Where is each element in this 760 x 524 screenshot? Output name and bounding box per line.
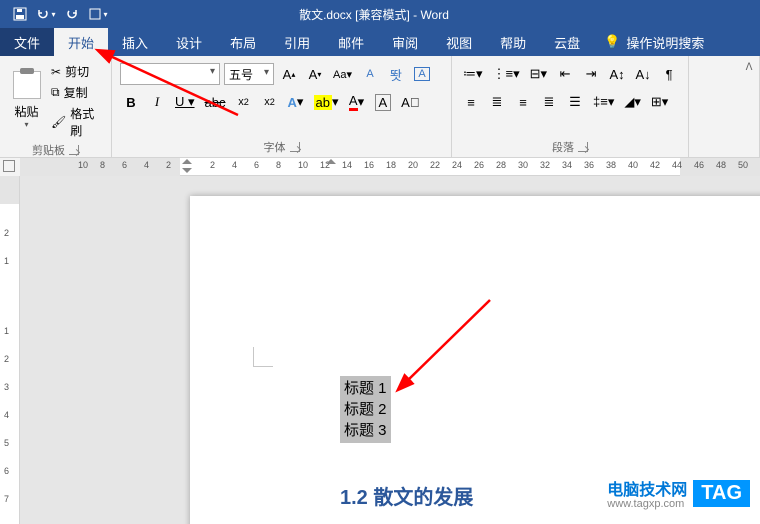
justify-button[interactable]: ≣ — [538, 91, 560, 113]
dialog-launcher-icon[interactable] — [578, 142, 588, 152]
font-name-combo[interactable] — [120, 63, 220, 85]
bold-button[interactable]: B — [120, 91, 142, 113]
hanging-indent-icon[interactable] — [182, 168, 192, 173]
tab-mailings[interactable]: 邮件 — [324, 28, 378, 56]
save-icon[interactable] — [10, 4, 30, 24]
superscript-button[interactable]: x2 — [259, 91, 281, 113]
increase-indent-button[interactable]: ⇥ — [580, 63, 602, 85]
group-clipboard: 粘贴 ▾ ✂剪切 ⧉复制 🖌格式刷 剪贴板 — [0, 56, 112, 157]
decrease-indent-button[interactable]: ⇤ — [554, 63, 576, 85]
tab-help[interactable]: 帮助 — [486, 28, 540, 56]
ribbon: ᐱ 粘贴 ▾ ✂剪切 ⧉复制 🖌格式刷 剪贴板 五号 A▴ A▾ Aa▾ — [0, 56, 760, 158]
borders-button[interactable]: ⊞▾ — [648, 91, 671, 113]
group-paragraph: ≔▾ ⋮≡▾ ⊟▾ ⇤ ⇥ A↕ A↓ ¶ ≡ ≣ ≡ ≣ ☰ ‡≡▾ ◢▾ ⊞… — [452, 56, 689, 157]
subscript-button[interactable]: x2 — [233, 91, 255, 113]
title-bar: ▾ ▾ 散文.docx [兼容模式] - Word — [0, 0, 760, 28]
char-shading-button[interactable]: A — [372, 91, 395, 113]
tab-insert[interactable]: 插入 — [108, 28, 162, 56]
window-title: 散文.docx [兼容模式] - Word — [108, 6, 640, 23]
tab-review[interactable]: 审阅 — [378, 28, 432, 56]
multilevel-button[interactable]: ⊟▾ — [527, 63, 550, 85]
tab-home[interactable]: 开始 — [54, 28, 108, 56]
watermark-tag: TAG — [693, 480, 750, 507]
strike-button[interactable]: abc — [202, 91, 229, 113]
tab-layout[interactable]: 布局 — [216, 28, 270, 56]
shading-button[interactable]: ◢▾ — [621, 91, 644, 113]
clipboard-group-label: 剪贴板 — [32, 142, 65, 158]
tab-cloud[interactable]: 云盘 — [540, 28, 594, 56]
ruler-vertical[interactable]: 211234567 — [0, 176, 20, 524]
heading-1: 标题 1 — [344, 378, 387, 399]
distribute-button[interactable]: ☰ — [564, 91, 586, 113]
watermark-text: 电脑技术网 — [607, 476, 687, 500]
tab-selector-icon[interactable] — [3, 160, 15, 172]
tab-view[interactable]: 视图 — [432, 28, 486, 56]
margin-mark-icon — [253, 347, 273, 367]
align-right-button[interactable]: ≡ — [512, 91, 534, 113]
sort-button[interactable]: A↓ — [632, 63, 654, 85]
cut-button[interactable]: ✂剪切 — [47, 62, 105, 81]
line-spacing-button[interactable]: ‡≡▾ — [590, 91, 617, 113]
copy-icon: ⧉ — [51, 85, 60, 100]
tell-me-search[interactable]: 💡 操作说明搜索 — [594, 28, 714, 56]
align-left-button[interactable]: ≡ — [460, 91, 482, 113]
ruler-horizontal[interactable]: 1086422468101214161820222426283032343638… — [0, 158, 760, 176]
tell-me-label: 操作说明搜索 — [626, 33, 704, 52]
phonetic-guide-button[interactable]: A — [359, 63, 381, 85]
brush-icon: 🖌 — [51, 115, 66, 129]
heading-3: 标题 3 — [344, 420, 387, 441]
copy-button[interactable]: ⧉复制 — [47, 83, 105, 102]
paste-label: 粘贴 — [14, 103, 38, 120]
scissors-icon: ✂ — [51, 65, 61, 79]
font-size-combo[interactable]: 五号 — [224, 63, 274, 85]
format-painter-button[interactable]: 🖌格式刷 — [47, 104, 105, 140]
group-font: 五号 A▴ A▾ Aa▾ A 똿 A B I U ▾ abc x2 x2 A▾ … — [112, 56, 452, 157]
tab-references[interactable]: 引用 — [270, 28, 324, 56]
undo-icon[interactable]: ▾ — [36, 4, 56, 24]
shrink-font-button[interactable]: A▾ — [304, 63, 326, 85]
watermark: 电脑技术网 www.tagxp.com TAG — [607, 476, 750, 510]
tab-design[interactable]: 设计 — [162, 28, 216, 56]
bullets-button[interactable]: ≔▾ — [460, 63, 486, 85]
text-direction-button[interactable]: A↕ — [606, 63, 628, 85]
numbering-button[interactable]: ⋮≡▾ — [490, 63, 523, 85]
document-page[interactable]: 标题 1 标题 2 标题 3 1.2 散文的发展 — [190, 196, 760, 524]
font-group-label: 字体 — [264, 139, 286, 155]
dialog-launcher-icon[interactable] — [290, 142, 300, 152]
redo-icon[interactable] — [62, 4, 82, 24]
italic-button[interactable]: I — [146, 91, 168, 113]
char-border-button[interactable]: A⃝ — [398, 91, 422, 113]
paragraph-group-label: 段落 — [552, 139, 574, 155]
ribbon-tabs: 文件 开始 插入 设计 布局 引用 邮件 审阅 视图 帮助 云盘 💡 操作说明搜… — [0, 28, 760, 56]
page-area[interactable]: 标题 1 标题 2 标题 3 1.2 散文的发展 — [20, 176, 760, 524]
watermark-url: www.tagxp.com — [607, 498, 687, 510]
clear-format-button[interactable]: 똿 — [385, 63, 407, 85]
show-marks-button[interactable]: ¶ — [658, 63, 680, 85]
enclose-char-button[interactable]: A — [411, 63, 433, 85]
section-heading[interactable]: 1.2 散文的发展 — [340, 481, 473, 510]
clipboard-icon — [13, 71, 41, 99]
paste-button[interactable]: 粘贴 ▾ — [6, 60, 47, 140]
highlight-button[interactable]: ab▾ — [311, 91, 342, 113]
first-line-indent2-icon[interactable] — [326, 159, 336, 164]
text-effects-button[interactable]: A▾ — [285, 91, 307, 113]
workspace: 211234567 标题 1 标题 2 标题 3 1.2 散文的发展 — [0, 176, 760, 524]
align-center-button[interactable]: ≣ — [486, 91, 508, 113]
selected-headings[interactable]: 标题 1 标题 2 标题 3 — [340, 376, 391, 443]
collapse-ribbon-icon[interactable]: ᐱ — [740, 58, 758, 76]
quick-access-toolbar: ▾ ▾ — [0, 4, 108, 24]
first-line-indent-icon[interactable] — [182, 159, 192, 164]
font-color-button[interactable]: A▾ — [346, 91, 368, 113]
tab-file[interactable]: 文件 — [0, 28, 54, 56]
lightbulb-icon: 💡 — [604, 34, 620, 50]
qat-more-icon[interactable]: ▾ — [88, 4, 108, 24]
dialog-launcher-icon[interactable] — [69, 145, 79, 155]
underline-button[interactable]: U ▾ — [172, 91, 198, 113]
heading-2: 标题 2 — [344, 399, 387, 420]
chevron-down-icon: ▾ — [24, 120, 28, 129]
grow-font-button[interactable]: A▴ — [278, 63, 300, 85]
change-case-button[interactable]: Aa▾ — [330, 63, 355, 85]
